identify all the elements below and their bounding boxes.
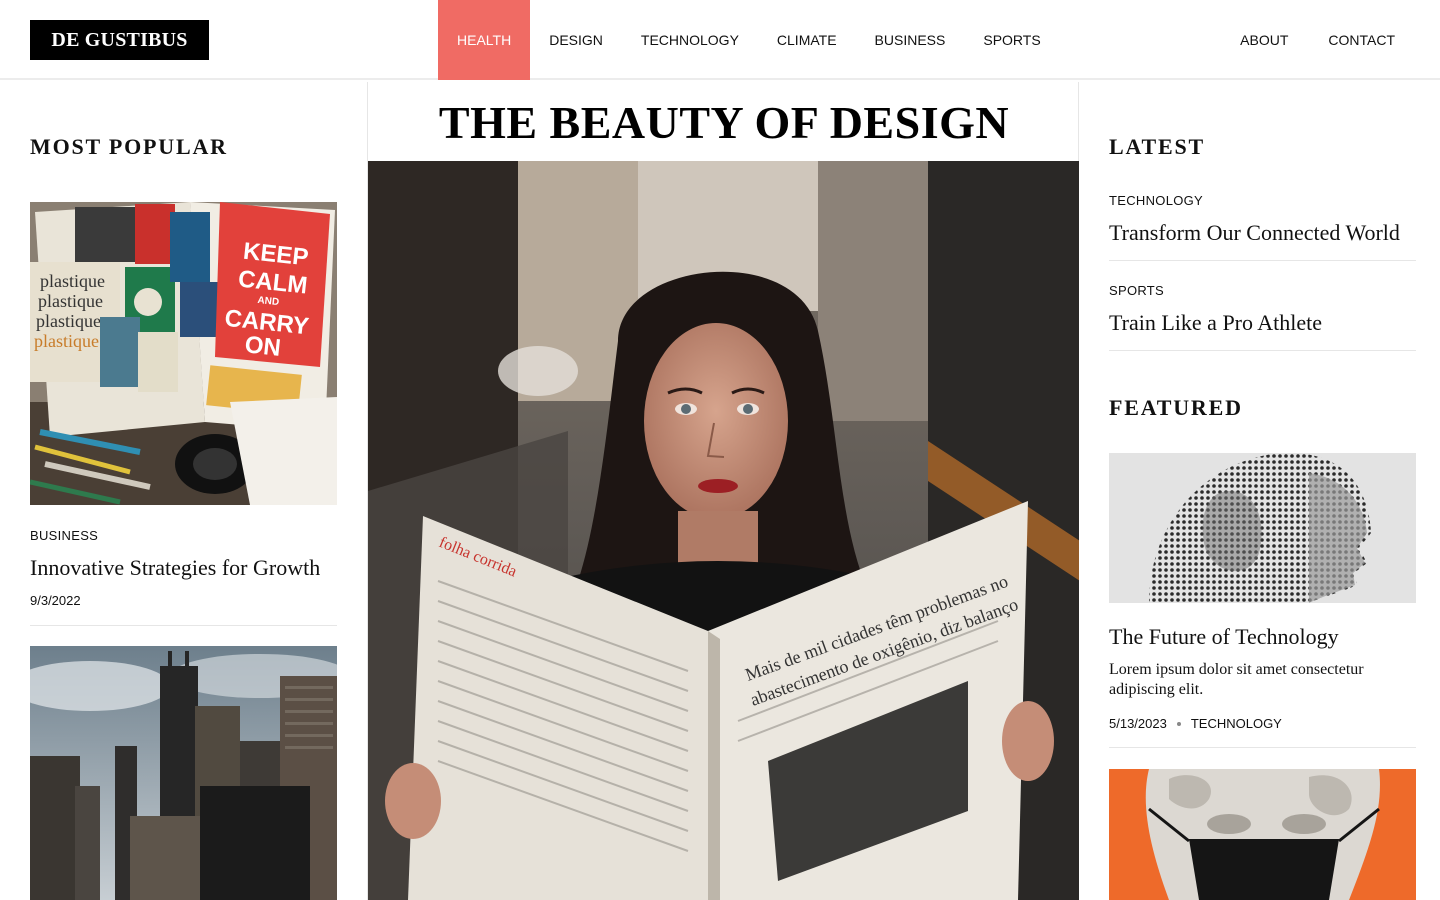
featured-article-image-statue-mask[interactable] xyxy=(1109,769,1416,900)
svg-text:AND: AND xyxy=(257,295,280,308)
latest-article-category[interactable]: TECHNOLOGY xyxy=(1109,193,1203,208)
nav-item-business[interactable]: BUSINESS xyxy=(856,0,965,80)
nav-item-design[interactable]: DESIGN xyxy=(530,0,622,80)
latest-heading: LATEST xyxy=(1109,134,1205,159)
featured-article-title[interactable]: The Future of Technology xyxy=(1109,624,1339,650)
hero-column: THE BEAUTY OF DESIGN Mais de mil cidades… xyxy=(367,82,1080,900)
nav-item-sports[interactable]: SPORTS xyxy=(964,0,1059,80)
site-header: DE GUSTIBUS HEALTH DESIGN TECHNOLOGY CLI… xyxy=(0,0,1440,80)
featured-article-description: Lorem ipsum dolor sit amet consectetur a… xyxy=(1109,661,1364,698)
divider xyxy=(1109,260,1416,261)
hero-image-woman-reading-newspaper[interactable]: Mais de mil cidades têm problemas no aba… xyxy=(368,161,1080,900)
divider xyxy=(1109,747,1416,748)
popular-article-date: 9/3/2022 xyxy=(30,593,81,608)
featured-article-category[interactable]: TECHNOLOGY xyxy=(1191,716,1282,731)
site-logo[interactable]: DE GUSTIBUS xyxy=(30,20,209,60)
secondary-nav: ABOUT CONTACT xyxy=(1220,0,1415,80)
hero-title[interactable]: THE BEAUTY OF DESIGN xyxy=(368,96,1080,149)
svg-text:plastique: plastique xyxy=(34,331,99,351)
featured-article-date: 5/13/2023 xyxy=(1109,716,1167,731)
popular-article-title[interactable]: Innovative Strategies for Growth xyxy=(30,555,320,581)
svg-text:ON: ON xyxy=(243,331,282,362)
featured-article-meta: 5/13/2023 TECHNOLOGY xyxy=(1109,716,1282,731)
latest-article-title[interactable]: Train Like a Pro Athlete xyxy=(1109,310,1322,336)
svg-text:plastique: plastique xyxy=(36,311,101,331)
svg-text:plastique: plastique xyxy=(40,271,105,291)
latest-article-title[interactable]: Transform Our Connected World xyxy=(1109,220,1400,246)
most-popular-heading: MOST POPULAR xyxy=(30,134,228,159)
svg-text:plastique: plastique xyxy=(38,291,103,311)
divider xyxy=(30,625,337,626)
nav-item-technology[interactable]: TECHNOLOGY xyxy=(622,0,758,80)
featured-heading: FEATURED xyxy=(1109,395,1243,420)
popular-article-image-posters[interactable]: KEEP CALM AND CARRY ON plastique plastiq… xyxy=(30,202,337,505)
divider xyxy=(1109,350,1416,351)
nav-item-health[interactable]: HEALTH xyxy=(438,0,531,80)
sidebar-column: LATEST TECHNOLOGY Transform Our Connecte… xyxy=(1079,82,1440,900)
main-nav: HEALTH DESIGN TECHNOLOGY CLIMATE BUSINES… xyxy=(438,0,1060,80)
nav-item-contact[interactable]: CONTACT xyxy=(1308,0,1415,80)
latest-article-category[interactable]: SPORTS xyxy=(1109,283,1164,298)
popular-article-category[interactable]: BUSINESS xyxy=(30,528,98,543)
popular-article-image-city[interactable] xyxy=(30,646,337,900)
featured-article-image-wire-head[interactable] xyxy=(1109,453,1416,603)
separator-dot-icon xyxy=(1176,721,1181,726)
nav-item-about[interactable]: ABOUT xyxy=(1220,0,1308,80)
most-popular-column: MOST POPULAR KEEP CALM AND CARRY ON plas… xyxy=(0,82,367,900)
nav-item-climate[interactable]: CLIMATE xyxy=(758,0,856,80)
